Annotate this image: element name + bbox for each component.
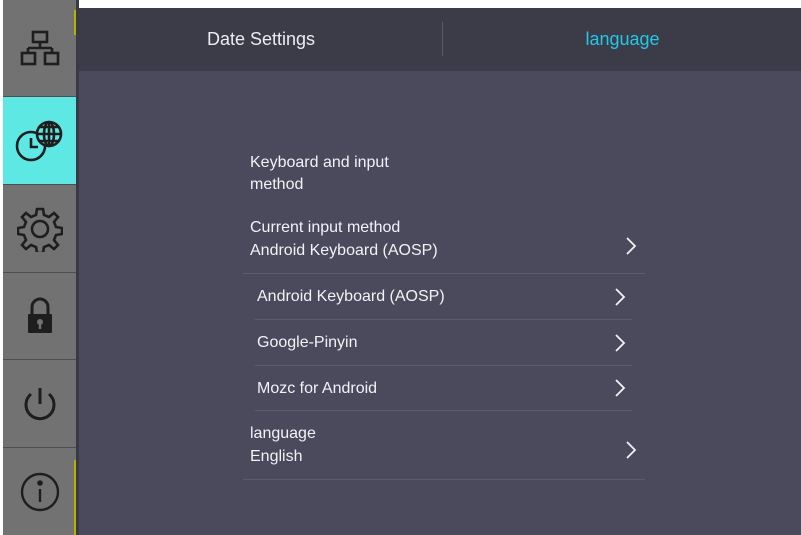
clock-globe-icon bbox=[13, 118, 67, 164]
language-row-title: language bbox=[250, 425, 316, 442]
language-row-value: English bbox=[250, 448, 303, 465]
keyboard-label: Mozc for Android bbox=[257, 380, 378, 397]
network-icon bbox=[20, 28, 60, 68]
keyboard-section-title: Keyboard and input method bbox=[250, 152, 450, 196]
sidebar-item-info[interactable] bbox=[3, 448, 76, 535]
current-input-method-value: Android Keyboard (AOSP) bbox=[250, 242, 438, 259]
sidebar-item-network[interactable] bbox=[3, 0, 76, 97]
current-input-method-title: Current input method bbox=[250, 219, 401, 236]
chevron-right-icon bbox=[613, 333, 627, 353]
sidebar-item-power[interactable] bbox=[3, 360, 76, 448]
lock-icon bbox=[25, 296, 55, 336]
sidebar-item-date-language[interactable] bbox=[3, 97, 76, 185]
keyboard-row-mozc[interactable]: Mozc for Android bbox=[243, 366, 645, 410]
keyboard-section-title-line1: Keyboard and input bbox=[250, 154, 389, 171]
keyboard-section-title-line2: method bbox=[250, 176, 304, 193]
chevron-right-icon bbox=[624, 236, 638, 256]
info-icon bbox=[18, 470, 62, 514]
power-icon bbox=[20, 384, 60, 424]
row-divider bbox=[255, 410, 632, 411]
settings-app: Date Settings language Keyboard and inpu… bbox=[0, 0, 801, 535]
sidebar-item-settings[interactable] bbox=[3, 185, 76, 273]
tab-divider bbox=[442, 22, 443, 56]
gear-icon bbox=[16, 206, 63, 252]
keyboard-label: Android Keyboard (AOSP) bbox=[257, 288, 445, 305]
current-input-method-row[interactable]: Current input method Android Keyboard (A… bbox=[243, 212, 645, 272]
keyboard-row-android-aosp[interactable]: Android Keyboard (AOSP) bbox=[243, 274, 645, 319]
sidebar-item-security[interactable] bbox=[3, 273, 76, 360]
chevron-right-icon bbox=[613, 378, 627, 398]
row-divider bbox=[243, 479, 645, 480]
language-row[interactable]: language English bbox=[243, 418, 645, 478]
tab-date-settings[interactable]: Date Settings bbox=[79, 8, 443, 71]
chevron-right-icon bbox=[613, 287, 627, 307]
keyboard-row-google-pinyin[interactable]: Google-Pinyin bbox=[243, 320, 645, 365]
sidebar-divider bbox=[76, 0, 79, 535]
tab-language[interactable]: language bbox=[444, 8, 801, 71]
sidebar-edge bbox=[0, 0, 3, 535]
chevron-right-icon bbox=[624, 440, 638, 460]
top-strip bbox=[79, 0, 801, 8]
keyboard-label: Google-Pinyin bbox=[257, 334, 358, 351]
sidebar bbox=[0, 0, 76, 535]
